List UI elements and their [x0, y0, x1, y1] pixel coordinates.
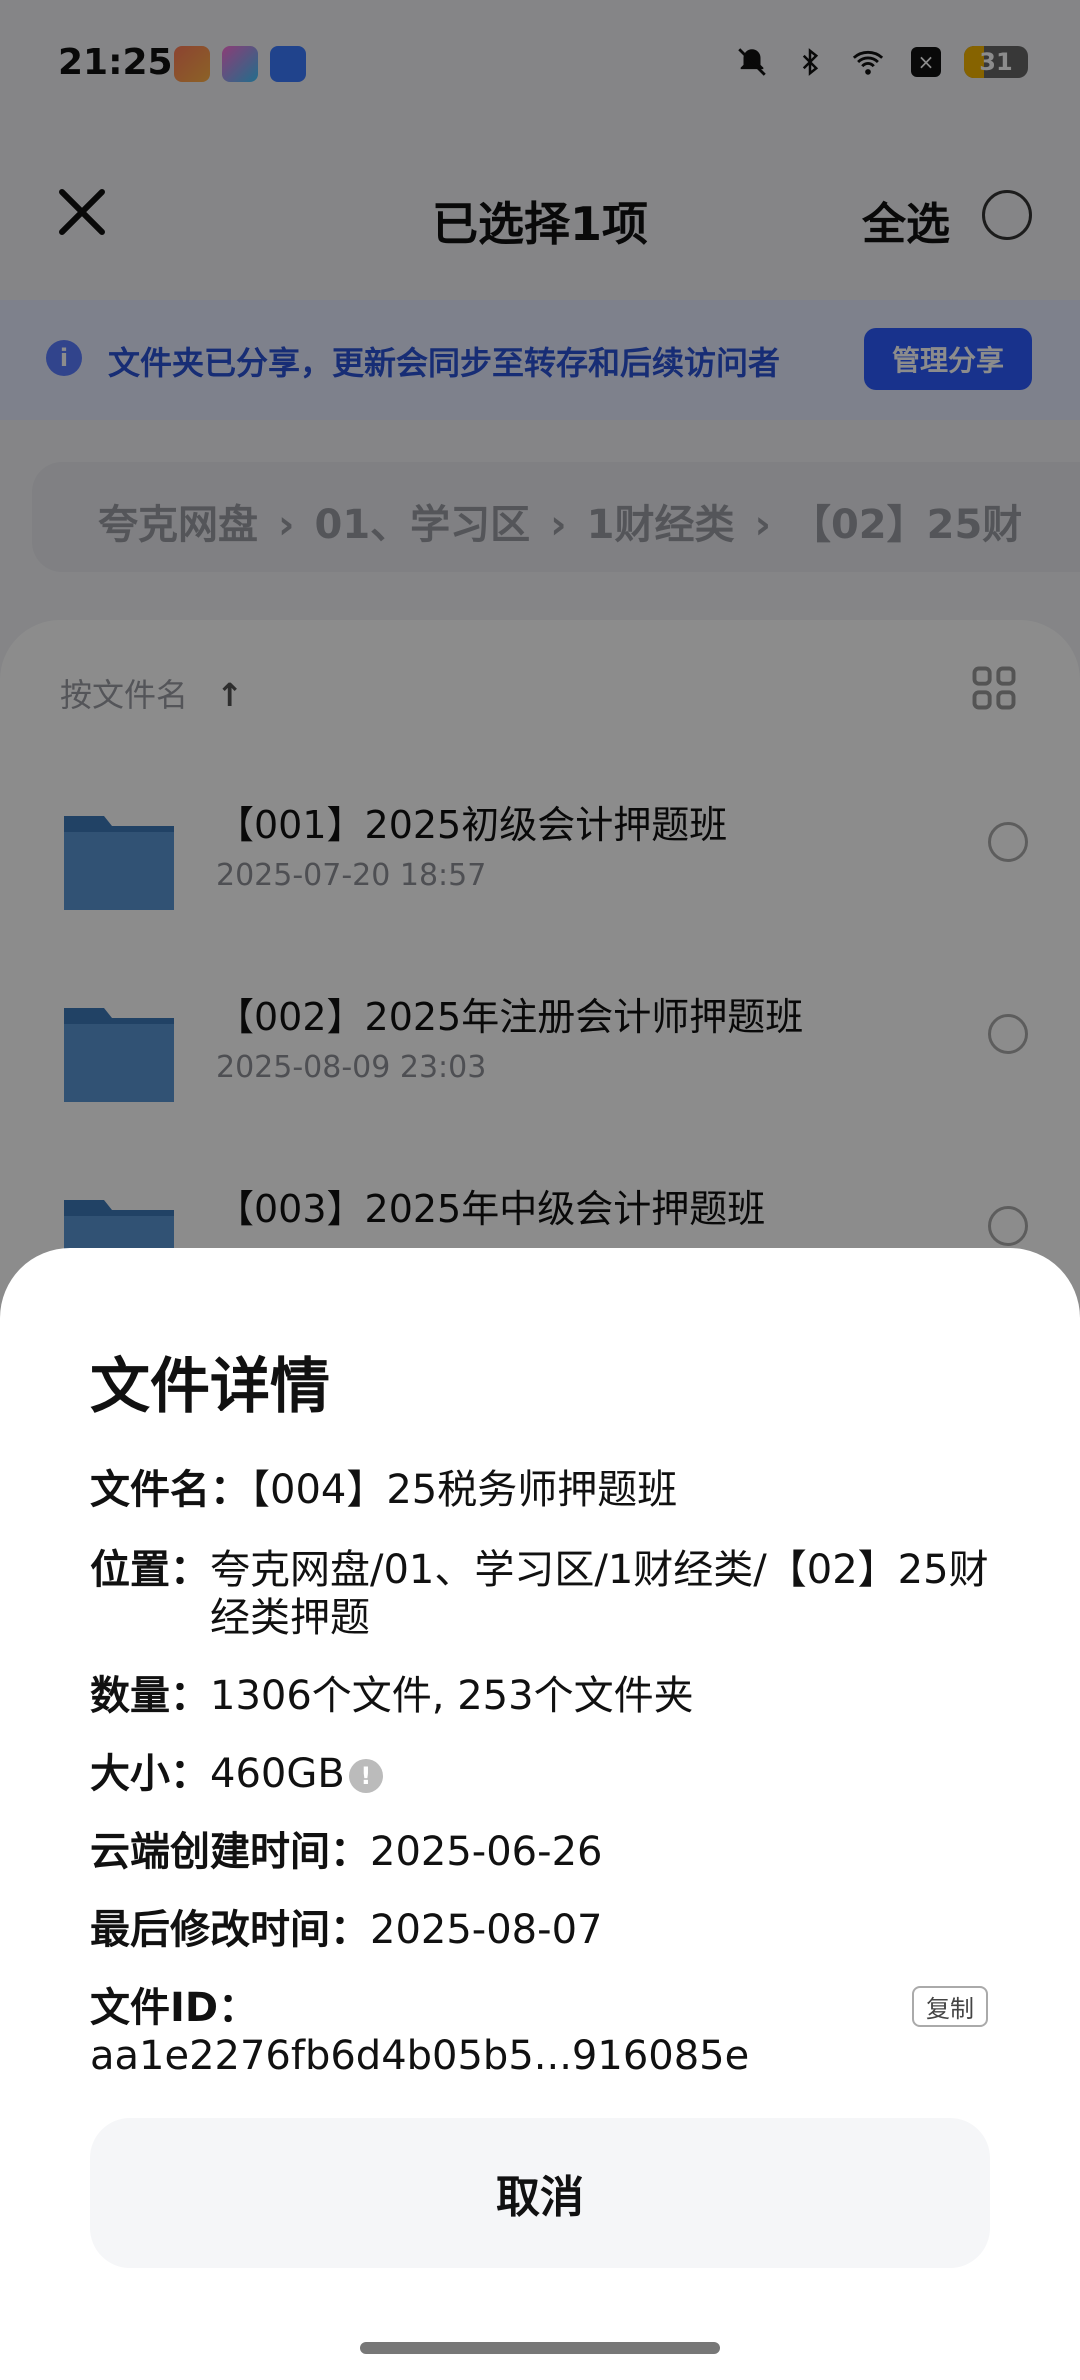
detail-label: 位置：	[90, 1547, 210, 1593]
cancel-button[interactable]: 取消	[90, 2118, 990, 2268]
detail-value: 1306个文件, 253个文件夹	[210, 1673, 694, 1719]
detail-row-name: 文件名：【004】25税务师押题班	[90, 1466, 1000, 1514]
detail-row-modified: 最后修改时间：2025-08-07	[90, 1906, 1000, 1954]
detail-label: 数量：	[90, 1673, 210, 1719]
warning-icon[interactable]: !	[348, 1759, 383, 1793]
detail-label: 文件ID：	[90, 1985, 259, 2031]
detail-value: 2025-08-07	[370, 1907, 603, 1953]
detail-row-count: 数量：1306个文件, 253个文件夹	[90, 1672, 1000, 1720]
detail-row-location: 位置： 夸克网盘/01、学习区/1财经类/【02】25财经类押题	[90, 1546, 1000, 1642]
detail-row-created: 云端创建时间：2025-06-26	[90, 1828, 1000, 1876]
file-details-sheet: 文件详情 文件名：【004】25税务师押题班 位置： 夸克网盘/01、学习区/1财…	[0, 1248, 1080, 2376]
detail-value: 夸克网盘/01、学习区/1财经类/【02】25财经类押题	[210, 1547, 989, 1641]
copy-button[interactable]: 复制	[912, 1986, 988, 2027]
sheet-title: 文件详情	[90, 1352, 330, 1422]
detail-row-file-id: 文件ID：aa1e2276fb6d4b05b5...916085e	[90, 1984, 880, 2080]
detail-value: 【004】25税务师押题班	[250, 1467, 678, 1513]
detail-value: 460GB	[210, 1751, 345, 1797]
detail-label: 文件名：	[90, 1467, 250, 1513]
detail-label: 云端创建时间：	[90, 1829, 370, 1875]
home-indicator[interactable]	[360, 2342, 720, 2354]
detail-label: 大小：	[90, 1751, 210, 1797]
detail-value: aa1e2276fb6d4b05b5...916085e	[90, 2033, 750, 2079]
detail-row-size: 大小：460GB!	[90, 1750, 1000, 1798]
detail-value: 2025-06-26	[370, 1829, 603, 1875]
detail-label: 最后修改时间：	[90, 1907, 370, 1953]
